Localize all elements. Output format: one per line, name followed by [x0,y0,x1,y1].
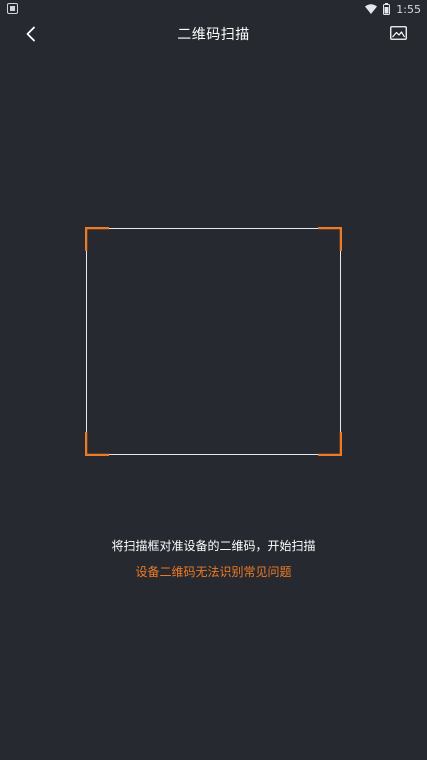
qr-faq-link-label[interactable]: 设备二维码无法识别常见问题 [135,565,291,579]
image-icon [389,26,407,40]
wifi-icon [365,4,378,14]
notification-icon [7,3,18,14]
scan-corner-top-left [85,227,109,251]
battery-icon [383,3,391,15]
status-bar: 1:55 [0,0,427,18]
scan-instruction: 将扫描框对准设备的二维码，开始扫描 [111,539,316,553]
scan-frame-border [86,228,341,455]
qr-scan-screen: 1:55 二维码扫描 将扫描框对准设备的二维码，开始扫描 设备二维码无法识别常见… [0,0,427,760]
scan-corner-top-right [318,227,342,251]
header: 二维码扫描 [0,18,427,48]
scan-corner-bottom-right [318,432,342,456]
status-indicators: 1:55 [365,1,421,17]
scan-frame-graphic [85,227,342,456]
album-button[interactable] [387,22,409,44]
scan-corner-bottom-left [85,432,109,456]
qr-faq-link[interactable]: 设备二维码无法识别常见问题 [0,563,427,580]
status-time: 1:55 [396,2,421,16]
scan-frame [85,227,342,456]
page-title: 二维码扫描 [177,27,250,43]
